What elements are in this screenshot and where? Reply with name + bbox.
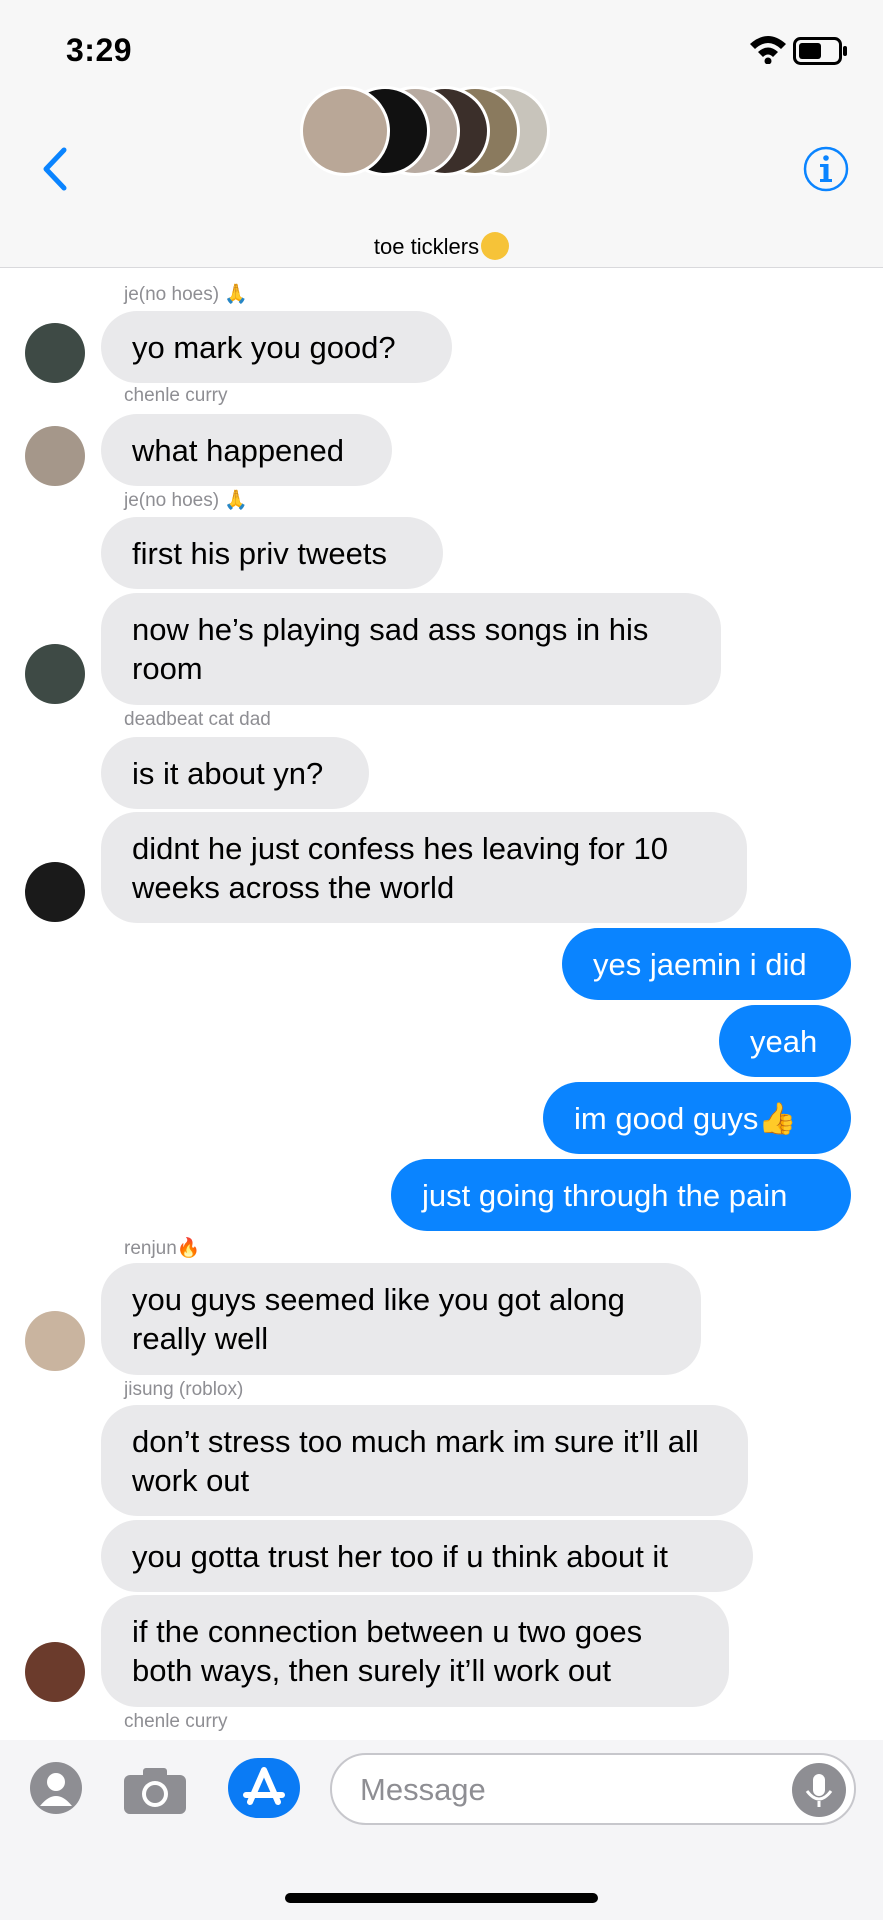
incoming-message[interactable]: what happened bbox=[101, 414, 392, 486]
outgoing-message[interactable]: im good guys 👍 bbox=[543, 1082, 851, 1154]
sender-name: chenle curry bbox=[124, 385, 228, 406]
sender-name: renjun🔥 bbox=[124, 1238, 201, 1259]
back-chevron-icon[interactable] bbox=[36, 144, 76, 194]
sender-name-text: je(no hoes) bbox=[124, 284, 220, 305]
thumbs-up-emoji: 👍 bbox=[758, 1100, 797, 1136]
status-bar: 3:29 bbox=[0, 0, 883, 100]
contact-avatar bbox=[25, 1642, 85, 1702]
sender-name-text: je(no hoes) bbox=[124, 490, 220, 511]
status-time: 3:29 bbox=[66, 32, 133, 68]
info-icon[interactable] bbox=[802, 145, 850, 193]
incoming-message[interactable]: didnt he just confess hes leaving for 10… bbox=[101, 812, 747, 923]
outgoing-message[interactable]: just going through the pain bbox=[391, 1159, 851, 1231]
appstore-icon[interactable] bbox=[228, 1758, 300, 1818]
group-name-text: toe ticklers bbox=[373, 234, 480, 259]
home-indicator bbox=[285, 1893, 598, 1903]
message-input[interactable]: Message bbox=[330, 1753, 856, 1825]
outgoing-message-text: im good guys bbox=[574, 1100, 759, 1136]
contact-avatar bbox=[25, 644, 85, 704]
sender-name: jisung (roblox) bbox=[124, 1379, 244, 1400]
incoming-message[interactable]: yo mark you good? bbox=[101, 311, 452, 383]
incoming-message[interactable]: first his priv tweets bbox=[101, 517, 443, 589]
smiling-face-emoji bbox=[481, 232, 510, 260]
incoming-message[interactable]: now he’s playing sad ass songs in his ro… bbox=[101, 593, 721, 705]
incoming-message[interactable]: you gotta trust her too if u think about… bbox=[101, 1520, 753, 1592]
sender-name: je(no hoes) 🙏 bbox=[124, 284, 248, 305]
contact-avatar bbox=[25, 1311, 85, 1371]
message-placeholder: Message bbox=[360, 1772, 486, 1807]
incoming-message[interactable]: is it about yn? bbox=[101, 737, 369, 809]
outgoing-message[interactable]: yes jaemin i did bbox=[562, 928, 851, 1000]
contact-avatar bbox=[25, 323, 85, 383]
camera-icon[interactable] bbox=[122, 1766, 188, 1816]
sender-name: chenle curry bbox=[124, 1711, 228, 1732]
incoming-message[interactable]: if the connection between u two goes bot… bbox=[101, 1595, 729, 1707]
contact-avatar bbox=[25, 426, 85, 486]
contact-avatar bbox=[25, 862, 85, 922]
incoming-message[interactable]: you guys seemed like you got along reall… bbox=[101, 1263, 701, 1375]
sender-name: je(no hoes) 🙏 bbox=[124, 490, 248, 511]
sender-name-text: renjun bbox=[124, 1238, 177, 1259]
incoming-message[interactable]: don’t stress too much mark im sure it’ll… bbox=[101, 1405, 748, 1516]
outgoing-message[interactable]: yeah bbox=[719, 1005, 851, 1077]
message-thread[interactable]: je(no hoes) 🙏 yo mark you good? chenle c… bbox=[0, 268, 883, 1740]
wifi-icon bbox=[750, 36, 786, 64]
microphone-icon[interactable] bbox=[792, 1763, 846, 1817]
apps-icon[interactable] bbox=[30, 1762, 82, 1814]
battery-icon bbox=[793, 37, 847, 65]
sender-name: deadbeat cat dad bbox=[124, 709, 271, 730]
group-name[interactable]: toe ticklers bbox=[0, 232, 883, 260]
